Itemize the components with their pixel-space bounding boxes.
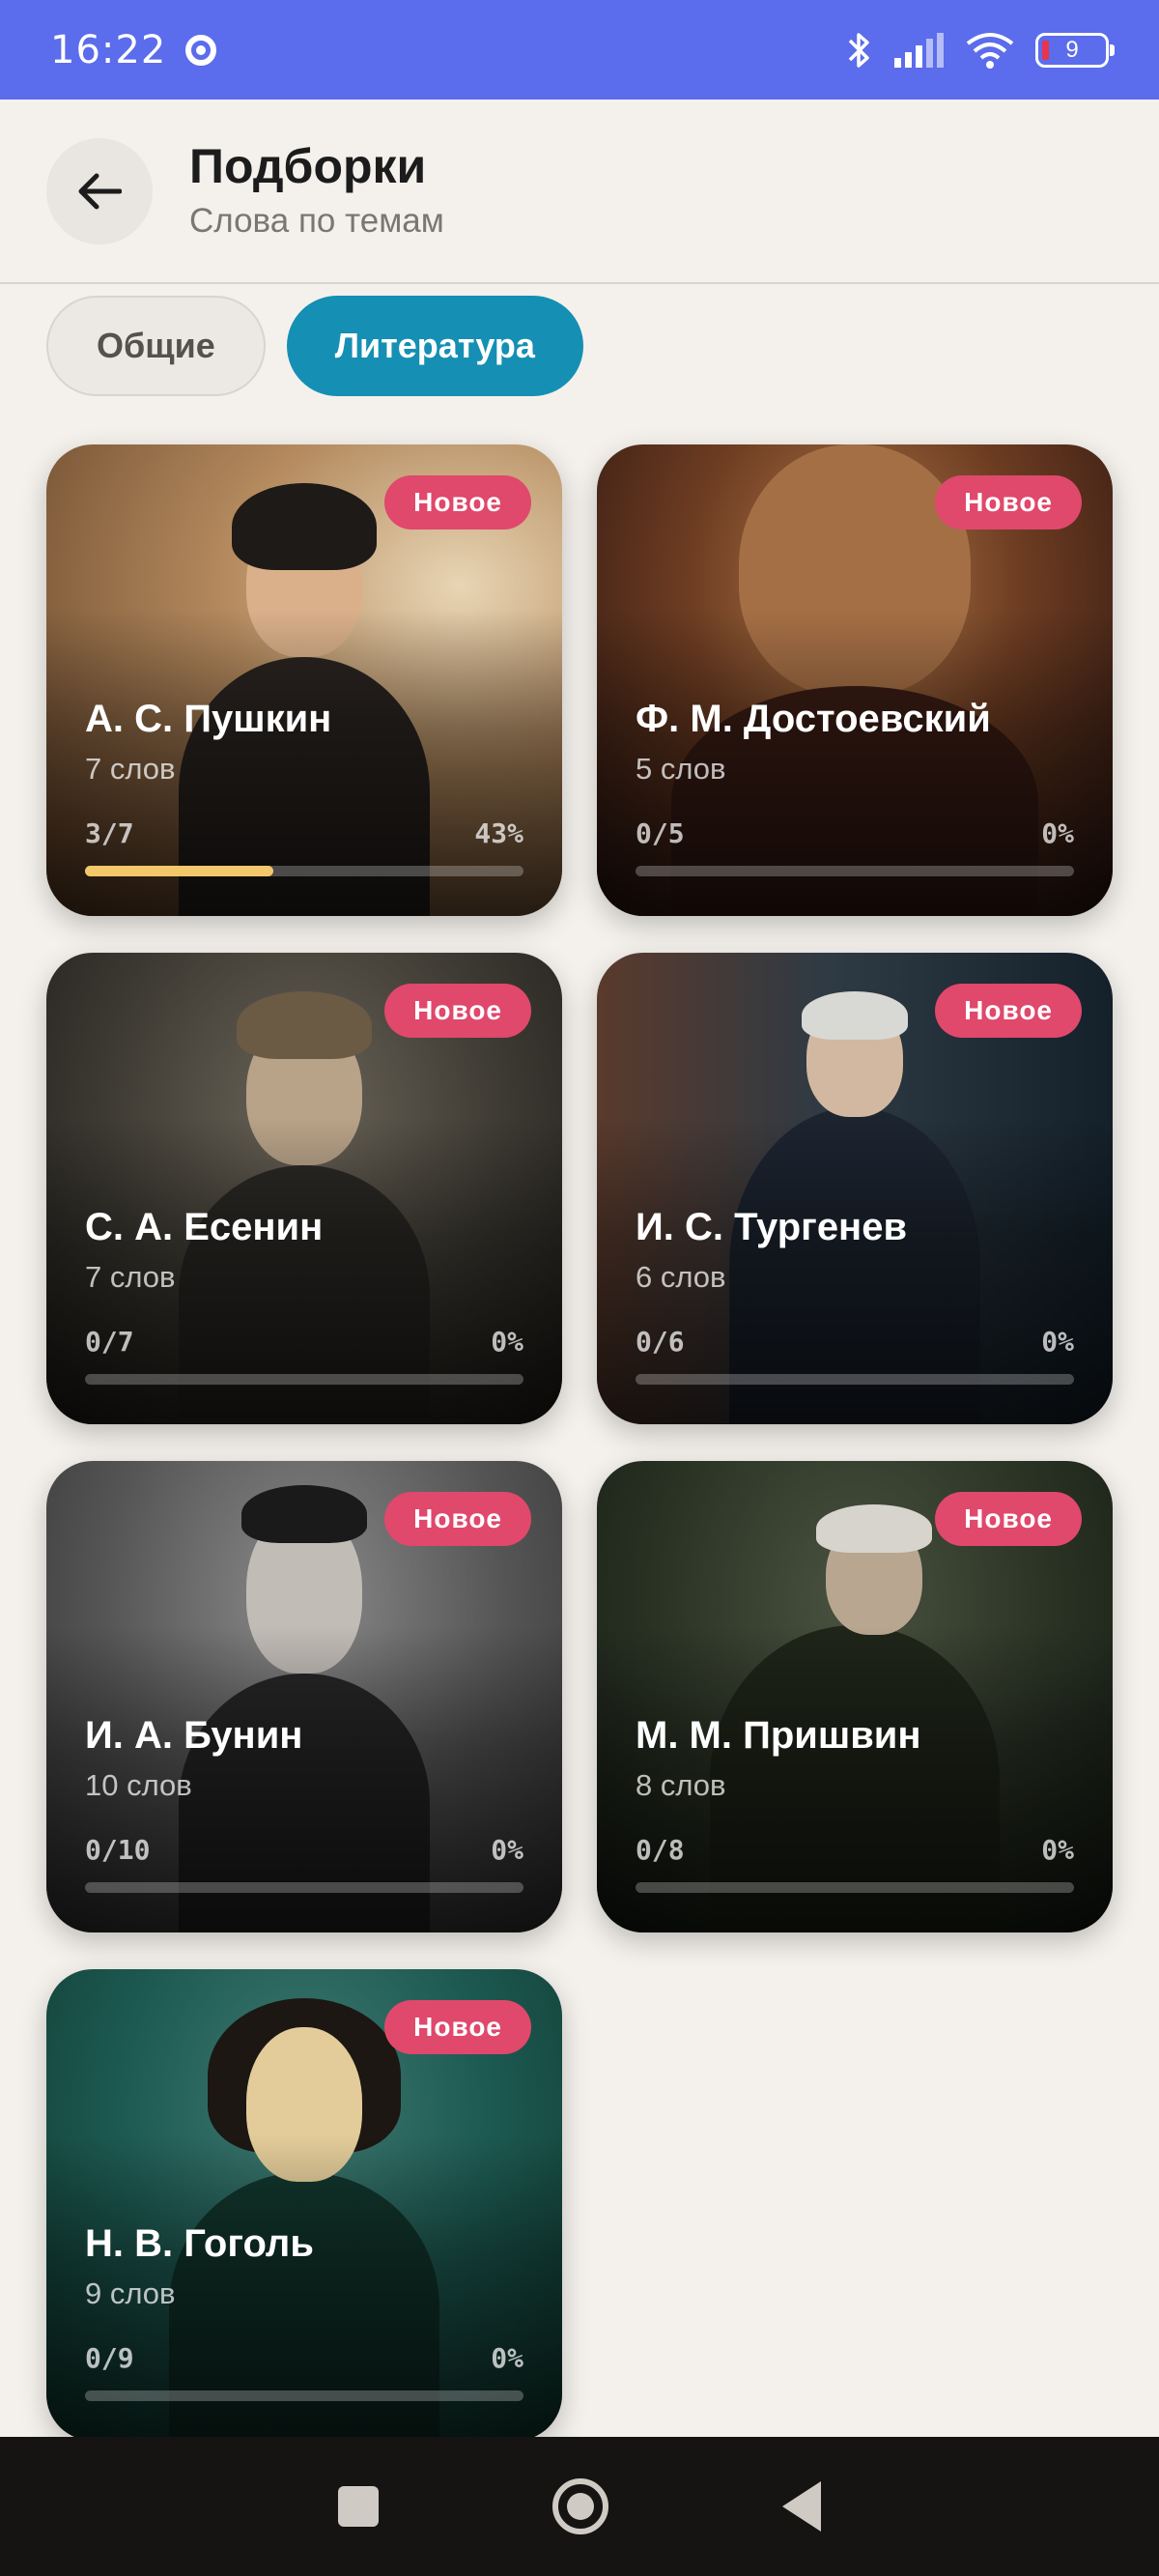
bluetooth-icon: [846, 29, 873, 72]
card-progress-text: 0/6: [636, 1326, 685, 1358]
collection-card-turgenev[interactable]: Новое И. С. Тургенев 6 слов 0/6 0%: [597, 953, 1113, 1424]
card-percent: 0%: [1041, 1834, 1074, 1866]
header: Подборки Слова по темам: [0, 100, 1159, 283]
wifi-icon: [966, 32, 1014, 69]
card-word-count: 7 слов: [85, 752, 176, 786]
progress-fill: [85, 866, 274, 876]
progress-track: [636, 1374, 1074, 1385]
card-percent: 0%: [491, 2342, 523, 2374]
category-tabs: Общие Литература: [46, 296, 583, 396]
status-bar: 16:22 9: [0, 0, 1159, 100]
progress-track: [636, 1882, 1074, 1893]
progress-track: [85, 1882, 523, 1893]
card-percent: 0%: [491, 1834, 523, 1866]
tab-general[interactable]: Общие: [46, 296, 266, 396]
card-progress-text: 0/9: [85, 2342, 134, 2374]
page-title: Подборки: [189, 139, 427, 193]
card-percent: 0%: [1041, 817, 1074, 849]
card-word-count: 10 слов: [85, 1768, 192, 1802]
collection-card-esenin[interactable]: Новое С. А. Есенин 7 слов 0/7 0%: [46, 953, 562, 1424]
progress-track: [636, 866, 1074, 876]
tab-literature[interactable]: Литература: [286, 296, 583, 396]
progress-track: [85, 866, 523, 876]
card-word-count: 6 слов: [636, 1260, 726, 1294]
card-progress-text: 3/7: [85, 817, 134, 849]
card-title: И. С. Тургенев: [636, 1206, 908, 1248]
card-word-count: 7 слов: [85, 1260, 176, 1294]
new-badge: Новое: [935, 475, 1082, 530]
card-title: А. С. Пушкин: [85, 698, 332, 740]
card-title: Ф. М. Достоевский: [636, 698, 991, 740]
progress-track: [85, 2390, 523, 2401]
card-title: И. А. Бунин: [85, 1714, 303, 1757]
new-badge: Новое: [935, 984, 1082, 1038]
card-progress-text: 0/8: [636, 1834, 685, 1866]
battery-icon: 9: [1035, 32, 1115, 68]
card-word-count: 5 слов: [636, 752, 726, 786]
chrome-icon: [185, 34, 217, 66]
card-progress-text: 0/5: [636, 817, 685, 849]
card-word-count: 9 слов: [85, 2276, 176, 2310]
back-button[interactable]: [46, 138, 153, 244]
collection-card-dostoevsky[interactable]: Новое Ф. М. Достоевский 5 слов 0/5 0%: [597, 444, 1113, 916]
collection-card-gogol[interactable]: Новое Н. В. Гоголь 9 слов 0/9 0%: [46, 1969, 562, 2441]
new-badge: Новое: [384, 2000, 531, 2054]
card-percent: 0%: [491, 1326, 523, 1358]
card-progress-text: 0/10: [85, 1834, 151, 1866]
collection-card-bunin[interactable]: Новое И. А. Бунин 10 слов 0/10 0%: [46, 1461, 562, 1932]
progress-track: [85, 1374, 523, 1385]
header-divider: [0, 282, 1159, 284]
collection-card-pushkin[interactable]: Новое А. С. Пушкин 7 слов 3/7 43%: [46, 444, 562, 916]
status-time: 16:22: [50, 27, 167, 72]
system-nav-bar: [0, 2437, 1159, 2576]
card-word-count: 8 слов: [636, 1768, 726, 1802]
new-badge: Новое: [935, 1492, 1082, 1546]
card-percent: 0%: [1041, 1326, 1074, 1358]
card-title: М. М. Пришвин: [636, 1714, 921, 1757]
collection-card-prishvin[interactable]: Новое М. М. Пришвин 8 слов 0/8 0%: [597, 1461, 1113, 1932]
arrow-left-icon: [78, 173, 122, 210]
signal-icon: [894, 32, 945, 68]
home-icon[interactable]: [552, 2478, 608, 2534]
recents-icon[interactable]: [338, 2486, 379, 2527]
page-subtitle: Слова по темам: [189, 202, 444, 240]
new-badge: Новое: [384, 984, 531, 1038]
status-icons: 9: [846, 29, 1115, 72]
card-title: Н. В. Гоголь: [85, 2222, 314, 2265]
card-title: С. А. Есенин: [85, 1206, 324, 1248]
back-icon[interactable]: [782, 2481, 821, 2532]
card-progress-text: 0/7: [85, 1326, 134, 1358]
card-percent: 43%: [474, 817, 523, 849]
new-badge: Новое: [384, 475, 531, 530]
new-badge: Новое: [384, 1492, 531, 1546]
